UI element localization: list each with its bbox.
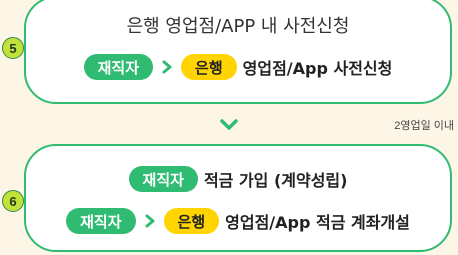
step-6-description: 영업점/App 적금 계좌개설: [225, 213, 410, 232]
duration-note: 2영업일 이내: [394, 120, 454, 132]
step-6-card: 재직자 적금 가입 (계약성립) 재직자 은행 영업점/App 적금 계좌개설: [24, 144, 452, 252]
step-5-title: 은행 영업점/APP 내 사전신청: [126, 16, 350, 37]
chevron-right-icon: [162, 60, 172, 74]
step-5-flow-row: 재직자 은행 영업점/App 사전신청: [26, 54, 450, 80]
chevron-right-icon: [145, 214, 155, 228]
employee-tag: 재직자: [128, 166, 198, 192]
step-6-flow-row: 재직자 은행 영업점/App 적금 계좌개설: [26, 208, 450, 234]
employee-tag: 재직자: [66, 208, 136, 234]
bank-tag: 은행: [181, 54, 237, 80]
step-6-title-row: 재직자 적금 가입 (계약성립): [26, 166, 450, 192]
chevron-down-icon: [220, 119, 238, 130]
step-5-card: 은행 영업점/APP 내 사전신청 재직자 은행 영업점/App 사전신청: [24, 0, 452, 104]
step-5-badge: 5: [2, 37, 24, 59]
employee-tag: 재직자: [83, 54, 154, 80]
step-6-title: 적금 가입 (계약성립): [203, 171, 348, 190]
bank-tag: 은행: [163, 208, 220, 234]
step-6-badge: 6: [2, 190, 24, 212]
step-5-description: 영업점/App 사전신청: [242, 59, 393, 78]
